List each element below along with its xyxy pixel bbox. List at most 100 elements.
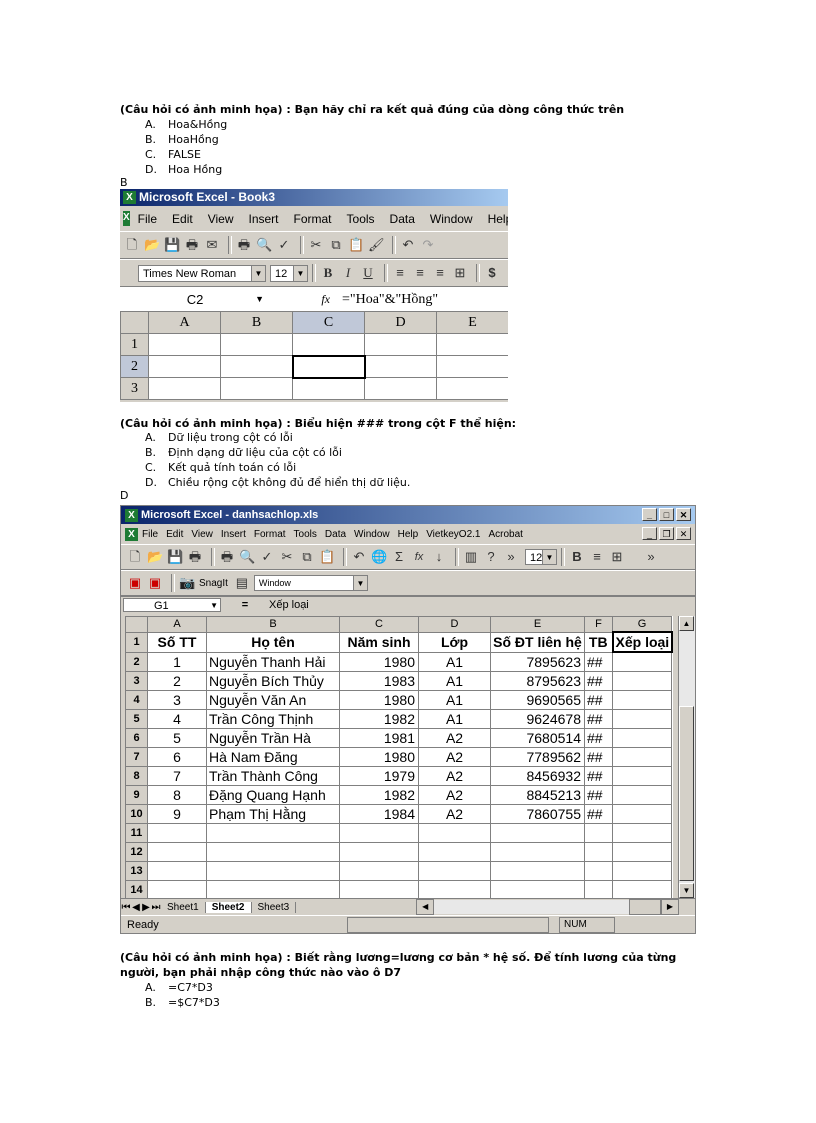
cell-rank[interactable]: [612, 804, 672, 824]
header-cell[interactable]: Số ĐT liên hệ: [490, 631, 585, 653]
snagit-settings-icon[interactable]: ▤: [234, 575, 250, 591]
cell-stt[interactable]: 6: [147, 747, 207, 767]
cell-year[interactable]: 1979: [339, 766, 419, 786]
preview-icon[interactable]: 🔍: [256, 237, 272, 253]
menu-file[interactable]: File: [138, 212, 157, 226]
cell-tb[interactable]: ##: [584, 709, 613, 729]
header-cell[interactable]: Lớp: [418, 631, 491, 653]
cell-name[interactable]: Đặng Quang Hạnh: [206, 785, 340, 805]
cell[interactable]: [584, 842, 613, 862]
new-icon[interactable]: 🗋: [124, 237, 140, 253]
next-sheet-icon[interactable]: ▶: [141, 902, 151, 913]
new-icon[interactable]: 🗋: [127, 549, 143, 565]
formula-input[interactable]: Xếp loại: [269, 599, 695, 611]
cell[interactable]: [364, 355, 437, 378]
row-header[interactable]: 3: [120, 377, 149, 400]
merge-center-icon[interactable]: ⊞: [452, 265, 468, 281]
snagit-button[interactable]: SnagIt: [199, 578, 228, 589]
cell[interactable]: [148, 355, 221, 378]
cell-stt[interactable]: 1: [147, 651, 207, 672]
undo-icon[interactable]: ↶: [351, 549, 367, 565]
cell[interactable]: [418, 880, 491, 900]
cell[interactable]: [364, 377, 437, 400]
cell-stt[interactable]: 5: [147, 728, 207, 748]
cell[interactable]: [612, 880, 672, 900]
cell[interactable]: [436, 377, 508, 400]
menu-view[interactable]: View: [191, 529, 213, 540]
column-header[interactable]: D: [364, 311, 437, 334]
print-icon[interactable]: 🖶: [187, 549, 203, 565]
font-name-select[interactable]: Times New Roman ▼: [138, 264, 266, 282]
cell-class[interactable]: A2: [418, 766, 491, 786]
open-icon[interactable]: 📂: [144, 237, 160, 253]
copy-icon[interactable]: ⧉: [299, 549, 315, 565]
column-header[interactable]: B: [220, 311, 293, 334]
menu-help[interactable]: Help: [398, 529, 419, 540]
bold-icon[interactable]: B: [320, 265, 336, 281]
cell-class[interactable]: A1: [418, 671, 491, 691]
fx-icon[interactable]: fx: [270, 292, 340, 307]
row-header[interactable]: 14: [125, 880, 148, 900]
cell-class[interactable]: A2: [418, 785, 491, 805]
save-icon[interactable]: 💾: [167, 549, 183, 565]
cell[interactable]: [490, 880, 585, 900]
header-cell[interactable]: Số TT: [147, 631, 207, 653]
row-header[interactable]: 12: [125, 842, 148, 862]
sheet-tab-sheet1[interactable]: Sheet1: [161, 901, 206, 913]
window-select[interactable]: Window ▼: [253, 575, 368, 591]
cell-stt[interactable]: 2: [147, 671, 207, 691]
cell-class[interactable]: A2: [418, 804, 491, 824]
cell-name[interactable]: Nguyễn Thanh Hải: [206, 651, 340, 672]
cell[interactable]: [220, 377, 293, 400]
cut-icon[interactable]: ✂: [279, 549, 295, 565]
font-size-select[interactable]: 12 ▼: [270, 264, 308, 282]
menu-insert[interactable]: Insert: [249, 212, 279, 226]
spelling-icon[interactable]: ✓: [259, 549, 275, 565]
hyperlink-icon[interactable]: 🌐: [371, 549, 387, 565]
cell-tb[interactable]: ##: [584, 651, 613, 672]
row-header[interactable]: 2: [120, 355, 149, 378]
column-header[interactable]: A: [148, 311, 221, 334]
cell[interactable]: [206, 880, 340, 900]
menu-vietkey[interactable]: VietkeyO2.1: [426, 529, 480, 540]
menu-window[interactable]: Window: [354, 529, 390, 540]
cell-tb[interactable]: ##: [584, 804, 613, 824]
cell[interactable]: [584, 861, 613, 881]
cell-year[interactable]: 1981: [339, 728, 419, 748]
cell-name[interactable]: Hà Nam Đăng: [206, 747, 340, 767]
cell-name[interactable]: Trần Thành Công: [206, 766, 340, 786]
minimize-icon[interactable]: _: [642, 508, 657, 521]
align-left-icon[interactable]: ≡: [392, 265, 408, 281]
close-icon[interactable]: ✕: [676, 527, 691, 540]
format-painter-icon[interactable]: 🖌: [368, 237, 385, 253]
font-size-select[interactable]: 12 ▼: [525, 549, 557, 565]
row-header[interactable]: 4: [125, 690, 148, 710]
cell-class[interactable]: A1: [418, 690, 491, 710]
close-icon[interactable]: ✕: [676, 508, 691, 521]
column-header[interactable]: D: [418, 616, 491, 633]
function-icon[interactable]: fx: [411, 549, 427, 565]
row-header[interactable]: 1: [120, 333, 149, 356]
row-header[interactable]: 3: [125, 671, 148, 691]
cell-year[interactable]: 1980: [339, 651, 419, 672]
cell-phone[interactable]: 8845213: [490, 785, 585, 805]
scroll-down-icon[interactable]: ▼: [679, 883, 694, 898]
cell[interactable]: [206, 823, 340, 843]
cell[interactable]: [147, 861, 207, 881]
print-preview-icon[interactable]: 🖶: [236, 237, 252, 253]
preview-icon[interactable]: 🔍: [239, 549, 255, 565]
row-header[interactable]: 5: [125, 709, 148, 729]
spelling-icon[interactable]: ✓: [276, 237, 292, 253]
currency-icon[interactable]: $: [484, 265, 500, 281]
align-center-icon[interactable]: ≡: [412, 265, 428, 281]
menu-help[interactable]: Help: [488, 212, 508, 226]
camera-icon[interactable]: 📷: [179, 575, 195, 591]
cell-tb[interactable]: ##: [584, 747, 613, 767]
cell[interactable]: [418, 823, 491, 843]
copy-icon[interactable]: ⧉: [328, 237, 344, 253]
cell-class[interactable]: A2: [418, 747, 491, 767]
formula-input[interactable]: ="Hoa"&"Hồng": [340, 292, 508, 308]
cell-phone[interactable]: 8795623: [490, 671, 585, 691]
menu-tools[interactable]: Tools: [347, 212, 375, 226]
pdf-icon[interactable]: ▣: [127, 575, 143, 591]
